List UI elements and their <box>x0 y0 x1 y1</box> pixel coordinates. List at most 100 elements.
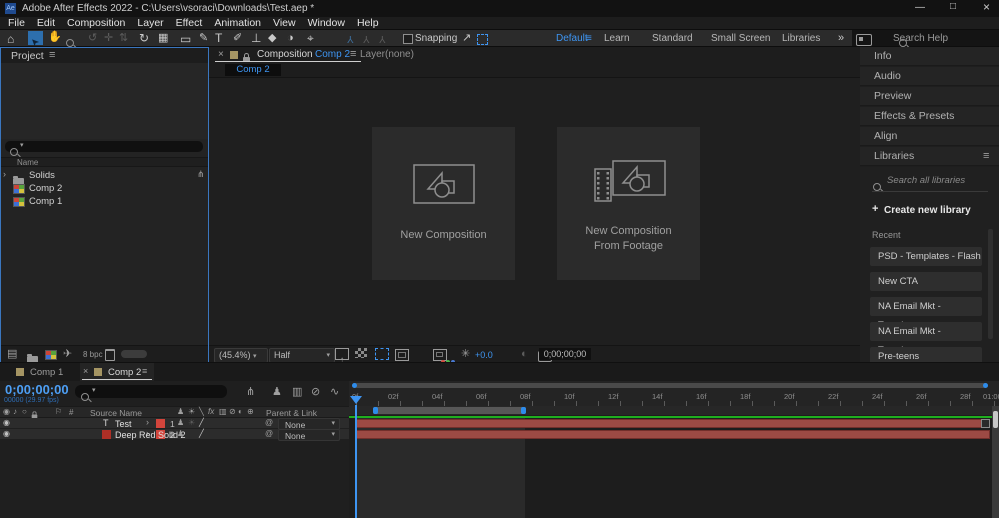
magnification-dropdown[interactable]: (45.4%) ▾ <box>214 348 268 363</box>
menu-file[interactable]: File <box>8 17 25 29</box>
panel-tab-preview[interactable]: Preview <box>860 87 999 106</box>
transparency-grid-icon[interactable] <box>355 348 367 358</box>
show-snapshot-icon[interactable]: ◐ <box>521 349 528 360</box>
workspace-learn[interactable]: Learn <box>604 33 630 44</box>
tab-layer-label[interactable]: Layer <box>360 49 385 60</box>
panel-tab-info[interactable]: Info <box>860 47 999 66</box>
used-in-flowchart-icon[interactable]: ⋔ <box>197 170 205 179</box>
workspace-small-screen[interactable]: Small Screen <box>711 33 770 44</box>
column-name[interactable]: Name <box>17 158 38 167</box>
timeline-tab-comp1[interactable]: Comp 1 <box>8 363 88 381</box>
layer-bar-deep-red-solid[interactable] <box>356 430 990 439</box>
help-search-input[interactable]: Search Help <box>893 33 948 44</box>
region-of-interest-icon[interactable] <box>375 348 389 360</box>
recent-library-item[interactable]: NA Email Mkt - Template... <box>870 297 982 331</box>
motion-blur-icon[interactable]: ⊘ <box>311 387 320 398</box>
pen-tool[interactable]: ✎ <box>199 33 208 44</box>
exposure-value[interactable]: +0.0 <box>475 350 493 360</box>
shy-switch-icon[interactable]: ♟ <box>177 430 184 438</box>
dolly-camera-tool[interactable]: ⇅ <box>119 33 128 44</box>
expander-icon[interactable]: › <box>3 170 6 179</box>
hand-tool[interactable]: ✋ <box>48 32 62 43</box>
panel-menu-icon[interactable]: ≡ <box>983 151 989 162</box>
color-depth-button[interactable]: 8 bpc <box>83 350 103 359</box>
vertical-scrollbar-thumb[interactable] <box>993 411 998 428</box>
id-badge-icon[interactable] <box>856 34 872 46</box>
graph-editor-icon[interactable]: ∿ <box>330 387 339 398</box>
panel-tab-libraries[interactable]: Libraries <box>860 147 999 166</box>
layer-bar-test[interactable] <box>356 419 990 428</box>
eraser-tool[interactable]: ◆ <box>268 33 276 44</box>
tab-composition-label[interactable]: Composition <box>257 49 313 60</box>
menu-effect[interactable]: Effect <box>176 17 203 29</box>
rotation-tool[interactable]: ↻ <box>139 32 149 44</box>
recent-library-item[interactable]: NA Email Mkt - Template... <box>870 322 982 356</box>
layer-name[interactable]: Deep Red Solid 2 <box>115 430 186 440</box>
layer-row-deep-red-solid[interactable]: ◉ › 2 Deep Red Solid 2 ♟ ╱ @ None ▾ <box>0 429 349 441</box>
new-composition-icon[interactable] <box>45 350 57 360</box>
libraries-scrollbar[interactable] <box>988 229 993 339</box>
create-library-button[interactable]: Create new library <box>884 205 971 216</box>
roto-brush-tool[interactable]: ◑ <box>287 33 294 44</box>
shy-layers-icon[interactable]: ♟ <box>272 387 282 398</box>
expander-icon[interactable]: › <box>146 418 149 427</box>
eye-icon[interactable]: ◉ <box>3 430 10 438</box>
workspace-overflow-icon[interactable]: » <box>838 32 844 44</box>
menu-edit[interactable]: Edit <box>37 17 55 29</box>
quality-switch-icon[interactable]: ╱ <box>199 430 204 438</box>
playhead-marker[interactable] <box>350 396 362 404</box>
close-tab-icon[interactable]: × <box>83 367 88 376</box>
new-composition-card[interactable]: New Composition <box>372 127 515 280</box>
scrollbar-left-handle[interactable] <box>352 383 357 388</box>
project-item-solids[interactable]: › Solids ⋔ <box>1 169 208 186</box>
pan-camera-tool[interactable]: ✛ <box>104 33 113 44</box>
maximize-button[interactable]: □ <box>950 2 956 12</box>
safe-margins-icon[interactable] <box>395 349 409 361</box>
panel-menu-icon[interactable]: ≡ <box>350 49 356 60</box>
orbit-camera-tool[interactable]: ↺ <box>88 33 97 44</box>
layer-name[interactable]: Test <box>115 419 132 429</box>
menu-layer[interactable]: Layer <box>137 17 163 29</box>
project-search-field[interactable]: ▾ <box>5 141 203 156</box>
workspace-default[interactable]: Default <box>556 33 588 44</box>
workspace-libraries[interactable]: Libraries <box>782 33 820 44</box>
eye-icon[interactable]: ◉ <box>3 419 10 427</box>
interpret-footage-icon[interactable]: ▤ <box>7 349 17 360</box>
timeline-tab-comp2[interactable]: × Comp 2 ≡ <box>80 363 154 381</box>
playhead-line[interactable] <box>355 405 357 518</box>
layer-row-test[interactable]: ◉ › 1 T Test ♟ ☀ ╱ @ None ▾ <box>0 418 349 430</box>
resolution-dropdown[interactable]: Half ▾ <box>269 348 335 363</box>
mini-flowchart-icon[interactable]: ⋔ <box>246 387 255 398</box>
scrollbar-right-handle[interactable] <box>983 383 988 388</box>
work-area-start-handle[interactable] <box>373 407 378 414</box>
close-tab-icon[interactable]: × <box>218 50 224 60</box>
brush-tool[interactable]: ✐ <box>233 33 242 44</box>
snapping-checkbox[interactable] <box>403 34 413 44</box>
recent-library-item[interactable]: PSD - Templates - Flash <box>870 247 982 266</box>
view-axis-mode-icon[interactable]: Y <box>379 33 386 44</box>
viewer-subtab-comp2[interactable]: Comp 2 <box>225 64 281 76</box>
snap-features-icon[interactable] <box>477 34 488 45</box>
workspace-standard[interactable]: Standard <box>652 33 693 44</box>
new-composition-from-footage-card[interactable]: New Composition From Footage <box>557 127 700 280</box>
menu-window[interactable]: Window <box>308 17 345 29</box>
clone-stamp-tool[interactable]: ⊥ <box>251 32 261 44</box>
pickwhip-icon[interactable]: @ <box>265 430 273 438</box>
view-layout-icon[interactable]: ↑ <box>335 348 349 364</box>
collapse-switch-icon[interactable]: ☀ <box>188 419 195 427</box>
menu-composition[interactable]: Composition <box>67 17 125 29</box>
puppet-pin-tool[interactable]: ⌖ <box>307 32 314 44</box>
frame-blending-icon[interactable]: ▥ <box>292 387 302 398</box>
label-color-swatch[interactable] <box>156 419 165 428</box>
rectangle-tool[interactable]: ▭ <box>180 33 191 45</box>
selection-tool[interactable]: ➤ <box>28 31 43 48</box>
source-name-column[interactable]: Source Name <box>90 408 142 418</box>
close-button[interactable]: × <box>983 1 990 13</box>
menu-view[interactable]: View <box>273 17 296 29</box>
local-axis-mode-icon[interactable]: Y <box>347 33 354 44</box>
current-timecode[interactable]: 0;00;00;00 <box>5 382 69 397</box>
panel-menu-icon[interactable]: ≡ <box>142 367 147 376</box>
panel-tab-align[interactable]: Align <box>860 127 999 146</box>
parent-dropdown[interactable]: None ▾ <box>278 429 340 441</box>
workspace-menu-icon[interactable]: ≡ <box>586 33 592 44</box>
